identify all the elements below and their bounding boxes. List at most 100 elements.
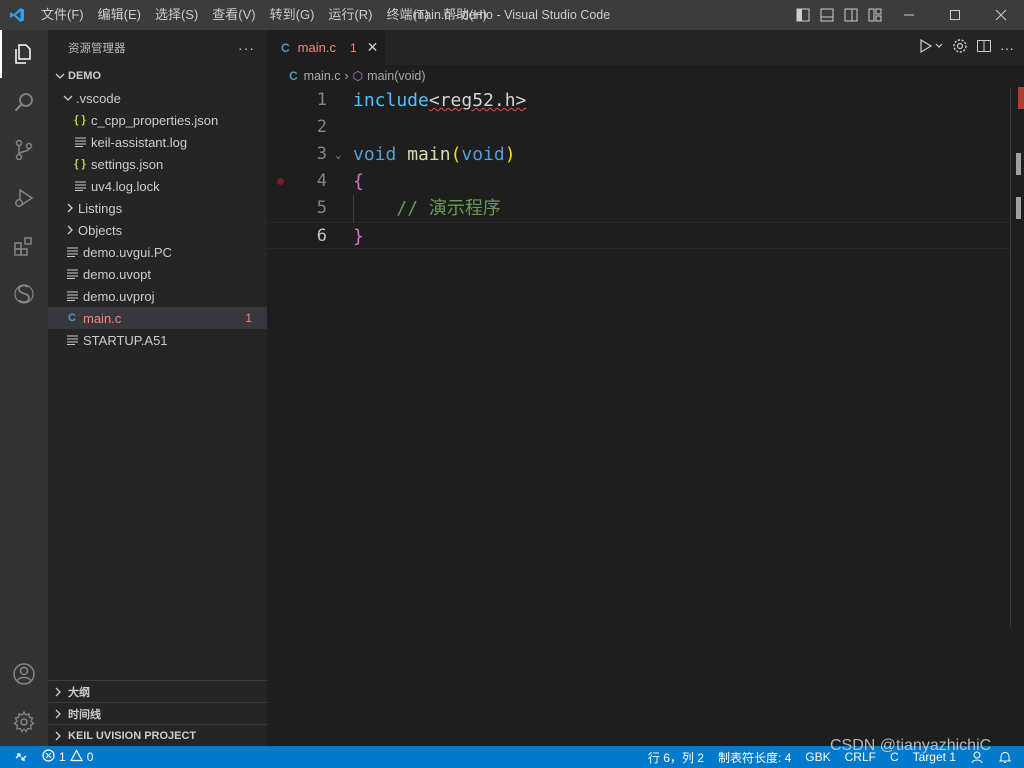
line-number: 4 — [316, 171, 327, 191]
tree-file[interactable]: STARTUP.A51 — [48, 329, 267, 351]
feedback-icon[interactable] — [963, 750, 991, 764]
window-controls — [886, 0, 1024, 30]
tree-folder[interactable]: Listings — [48, 197, 267, 219]
tree-item-label: demo.uvgui.PC — [83, 244, 172, 260]
editor-scrollbar[interactable] — [1010, 87, 1024, 746]
fold-chevron-icon[interactable]: ⌄ — [335, 141, 342, 168]
language-mode[interactable]: C — [883, 750, 906, 764]
workspace-root-label: DEMO — [68, 70, 101, 82]
tab-main-c[interactable]: C main.c 1 ✕ — [267, 30, 385, 65]
c-file-icon: C — [289, 69, 298, 83]
error-marker — [1018, 87, 1024, 109]
status-right: 行 6，列 2 制表符长度: 4 GBK CRLF C Target 1 — [641, 746, 1024, 768]
editor-actions: ··· — [918, 30, 1014, 65]
close-icon[interactable]: ✕ — [367, 39, 379, 56]
tree-item-label: Listings — [78, 200, 123, 216]
settings-gear-icon[interactable] — [0, 698, 48, 746]
cursor-position[interactable]: 行 6，列 2 — [641, 749, 711, 766]
tree-file[interactable]: keil-assistant.log — [48, 131, 267, 153]
file-tree: DEMO .vscode { } c_cpp_properties.jsonkeil… — [48, 65, 267, 351]
code-line: 6} — [267, 222, 1024, 249]
code-text: { — [353, 168, 364, 195]
source-control-icon[interactable] — [0, 126, 48, 174]
sidebar-panel-header[interactable]: 大纲 — [48, 680, 267, 702]
status-bar: 1 0 行 6，列 2 制表符长度: 4 GBK CRLF C Target 1 — [0, 746, 1024, 768]
more-actions-icon[interactable]: ··· — [238, 40, 255, 56]
tree-file[interactable]: demo.uvgui.PC — [48, 241, 267, 263]
customize-layout-icon[interactable] — [864, 4, 886, 26]
file-lines-icon — [72, 181, 88, 191]
accounts-icon[interactable] — [0, 650, 48, 698]
toggle-secondary-sidebar-icon[interactable] — [840, 4, 862, 26]
file-lines-icon — [72, 137, 88, 147]
search-icon[interactable] — [0, 78, 48, 126]
workspace-root[interactable]: DEMO — [48, 65, 267, 87]
notifications-bell-icon[interactable] — [991, 750, 1024, 764]
breadcrumb-file[interactable]: main.c — [304, 69, 341, 83]
tree-item-label: uv4.log.lock — [91, 178, 160, 194]
minimize-button[interactable] — [886, 0, 932, 30]
tree-item-label: demo.uvopt — [83, 266, 151, 282]
menu-item[interactable]: 选择(S) — [148, 0, 205, 30]
tree-file[interactable]: Cmain.c 1 — [48, 307, 267, 329]
problems-status[interactable]: 1 0 — [35, 749, 100, 765]
keil-target[interactable]: Target 1 — [906, 750, 963, 764]
gear-icon[interactable] — [952, 38, 968, 57]
tree-item-label: main.c — [83, 310, 122, 326]
code-line: 3 ⌄ void main(void) — [267, 141, 1024, 168]
keil-assistant-icon[interactable] — [0, 270, 48, 318]
toggle-panel-icon[interactable] — [816, 4, 838, 26]
line-number: 6 — [316, 226, 327, 246]
cursor-marker — [1016, 197, 1021, 219]
menu-item[interactable]: 终端(T) — [379, 0, 436, 30]
tree-file[interactable]: { } settings.json — [48, 153, 267, 175]
tree-file[interactable]: uv4.log.lock — [48, 175, 267, 197]
code-token: ) — [504, 144, 516, 165]
code-token: <reg52.h> — [428, 90, 527, 111]
code-text: } — [353, 223, 364, 250]
sidebar-panel-header[interactable]: KEIL UVISION PROJECT — [48, 724, 267, 746]
explorer-header: 资源管理器 ··· — [48, 30, 267, 65]
menu-item[interactable]: 编辑(E) — [91, 0, 148, 30]
explorer-icon[interactable] — [0, 30, 48, 78]
tree-item-label: c_cpp_properties.json — [91, 112, 219, 128]
sidebar-panel-header[interactable]: 时间线 — [48, 702, 267, 724]
tree-item-label: Objects — [78, 222, 123, 238]
file-lines-icon — [64, 269, 80, 279]
tree-folder[interactable]: Objects — [48, 219, 267, 241]
tree-file[interactable]: { } c_cpp_properties.json — [48, 109, 267, 131]
more-actions-icon[interactable]: ··· — [1000, 40, 1014, 56]
code-editor[interactable]: 1 include<reg52.h> 2 3 ⌄ void main(void) 4{5 /… — [267, 87, 1024, 746]
menu-item[interactable]: 查看(V) — [205, 0, 262, 30]
tree-file[interactable]: demo.uvproj — [48, 285, 267, 307]
run-debug-icon[interactable] — [0, 174, 48, 222]
line-number: 2 — [316, 117, 327, 137]
toggle-sidebar-icon[interactable] — [792, 4, 814, 26]
activity-bar-bottom — [0, 650, 48, 746]
menu-item[interactable]: 帮助(H) — [436, 0, 494, 30]
menu-item[interactable]: 文件(F) — [34, 0, 91, 30]
tree-file[interactable]: demo.uvopt — [48, 263, 267, 285]
warning-icon — [69, 749, 83, 765]
breadcrumb-symbol[interactable]: main(void) — [367, 69, 425, 83]
encoding[interactable]: GBK — [798, 750, 837, 764]
split-editor-icon[interactable] — [976, 38, 992, 57]
extensions-icon[interactable] — [0, 222, 48, 270]
end-of-line[interactable]: CRLF — [838, 750, 883, 764]
sidebar-panels: 大纲 时间线 KEIL UVISION PROJECT — [48, 680, 267, 746]
error-icon — [42, 749, 55, 765]
json-file-icon: { } — [74, 114, 86, 126]
warning-count: 0 — [86, 750, 94, 764]
tree-folder[interactable]: .vscode — [48, 87, 267, 109]
maximize-button[interactable] — [932, 0, 978, 30]
chevron-down-icon — [52, 71, 68, 81]
breakpoint-icon[interactable] — [277, 178, 284, 185]
activity-bar — [0, 30, 48, 746]
tab-size[interactable]: 制表符长度: 4 — [711, 749, 798, 766]
menu-item[interactable]: 转到(G) — [263, 0, 322, 30]
menu-item[interactable]: 运行(R) — [321, 0, 379, 30]
run-code-icon[interactable] — [918, 38, 944, 57]
code-token: } — [353, 226, 364, 247]
remote-icon[interactable] — [0, 750, 35, 764]
close-button[interactable] — [978, 0, 1024, 30]
